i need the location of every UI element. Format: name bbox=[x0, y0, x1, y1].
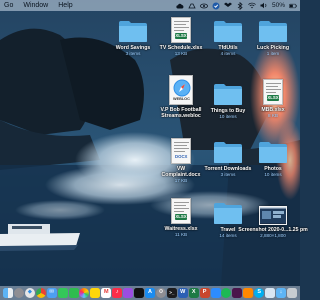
dock-finder-icon[interactable] bbox=[3, 288, 13, 298]
folder-icon bbox=[214, 21, 242, 42]
icon-info: 8 KB bbox=[268, 113, 278, 118]
dock-music-icon[interactable]: ♪ bbox=[112, 288, 123, 298]
xlsx-tag: XLSX bbox=[175, 214, 187, 220]
dock-mail-icon[interactable]: ✉ bbox=[46, 288, 57, 298]
screenshot-thumbnail bbox=[259, 206, 287, 225]
icon-info: 10 items bbox=[264, 172, 282, 177]
menu-help[interactable]: Help bbox=[53, 0, 77, 11]
desktop-icon-screenshot[interactable]: Screenshot 2020-0...1.25 pm 2,880×1,800 bbox=[238, 202, 308, 239]
icon-info: 1 item bbox=[266, 51, 280, 56]
dock-skype-icon[interactable]: S bbox=[254, 288, 265, 298]
menu-window[interactable]: Window bbox=[18, 0, 53, 11]
icon-info: 17 KB bbox=[174, 178, 188, 183]
dock-powerpoint-icon[interactable]: P bbox=[199, 288, 210, 298]
menu-bar: Go Window Help 50% bbox=[0, 0, 300, 11]
dock-notes-icon[interactable] bbox=[90, 288, 101, 298]
dock-launchpad-icon[interactable] bbox=[13, 288, 24, 298]
battery-icon[interactable] bbox=[289, 2, 297, 10]
icon-label: VW Complaint.docx bbox=[161, 166, 201, 178]
dock-safari-icon[interactable]: ◆ bbox=[24, 288, 35, 298]
dock-downloads-icon[interactable]: ↓ bbox=[276, 288, 287, 298]
dock-word-icon[interactable]: W bbox=[177, 288, 188, 298]
dock-trash-icon[interactable] bbox=[286, 288, 297, 298]
desktop-icon-photos[interactable]: Photos 10 items bbox=[244, 138, 302, 178]
dock-app-store-icon[interactable]: A bbox=[144, 288, 155, 298]
xlsx-tag: XLSX bbox=[175, 33, 187, 39]
dock-terminal-icon[interactable]: >_ bbox=[166, 288, 177, 298]
folder-icon bbox=[214, 142, 242, 163]
dock-preferences-icon[interactable]: ⚙ bbox=[155, 288, 166, 298]
dock-vlc-icon[interactable] bbox=[243, 288, 254, 298]
icon-info: 11 KB bbox=[174, 232, 188, 237]
dock-messages-icon[interactable] bbox=[57, 288, 68, 298]
icon-info: 2,880×1,800 bbox=[260, 233, 286, 238]
docx-file-icon: DOCX bbox=[171, 138, 191, 164]
xlsx-tag: XLSX bbox=[267, 95, 279, 101]
folder-icon bbox=[214, 84, 242, 105]
menu-status-area: 50% bbox=[176, 0, 300, 11]
icon-info: 4 items bbox=[220, 51, 236, 56]
eye-icon[interactable] bbox=[200, 2, 208, 10]
dock-tv-icon[interactable] bbox=[134, 288, 145, 298]
xlsx-file-icon: XLSX bbox=[171, 17, 191, 43]
cloud-icon[interactable] bbox=[176, 2, 184, 10]
dock-calendar-icon[interactable]: M bbox=[101, 288, 112, 298]
bluetooth-icon[interactable] bbox=[236, 1, 244, 10]
icon-info: 13 KB bbox=[174, 51, 188, 56]
dock-facetime-icon[interactable] bbox=[68, 288, 79, 298]
icon-label: V.P Bob Football Streams.webloc bbox=[160, 107, 202, 119]
xlsx-file-icon: XLSX bbox=[171, 198, 191, 224]
dock-podcasts-icon[interactable] bbox=[123, 288, 134, 298]
volume-icon[interactable] bbox=[260, 2, 268, 10]
icon-info: 14 items bbox=[219, 233, 237, 238]
dock-photos-icon[interactable] bbox=[79, 288, 90, 298]
xlsx-file-icon: XLSX bbox=[263, 79, 283, 105]
menu-go[interactable]: Go bbox=[0, 0, 18, 11]
docx-tag: DOCX bbox=[175, 154, 188, 159]
folder-icon bbox=[119, 21, 147, 42]
dock-chrome-icon[interactable] bbox=[35, 288, 46, 298]
dock-slack-icon[interactable] bbox=[232, 288, 243, 298]
dock-zoom-icon[interactable] bbox=[210, 288, 221, 298]
icon-info: 3 items bbox=[125, 51, 141, 56]
desktop-icon-mbb[interactable]: XLSX MBB.xlsx 8 KB bbox=[244, 75, 302, 119]
icon-info: 10 items bbox=[219, 114, 237, 119]
desktop-icon-luck-picking[interactable]: Luck Picking 1 item bbox=[244, 17, 302, 57]
webloc-file-icon: WEBLOC bbox=[169, 75, 193, 105]
vpn-icon[interactable] bbox=[212, 2, 220, 10]
icon-info: 3 items bbox=[220, 172, 236, 177]
folder-icon bbox=[259, 21, 287, 42]
folder-icon bbox=[214, 203, 242, 224]
drive-icon[interactable] bbox=[188, 2, 196, 10]
battery-percentage[interactable]: 50% bbox=[272, 0, 285, 11]
folder-icon bbox=[259, 142, 287, 163]
dock: ◆ ✉ M ♪ A ⚙ >_ W X P S ↓ bbox=[0, 286, 300, 300]
dock-preview-icon[interactable] bbox=[265, 288, 276, 298]
wifi-icon[interactable] bbox=[248, 2, 256, 10]
dock-excel-icon[interactable]: X bbox=[188, 288, 199, 298]
webloc-tag: WEBLOC bbox=[173, 97, 190, 101]
dock-spotify-icon[interactable] bbox=[221, 288, 232, 298]
dropbox-icon[interactable] bbox=[223, 2, 232, 10]
